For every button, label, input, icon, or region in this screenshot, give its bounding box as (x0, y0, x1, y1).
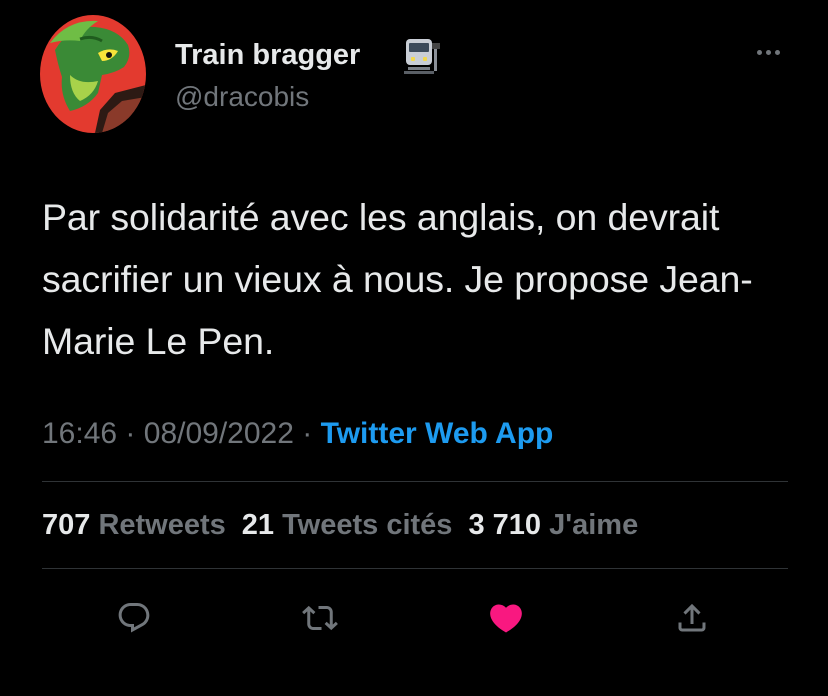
retweet-icon (302, 605, 338, 631)
meta-separator: · (125, 417, 136, 450)
avatar[interactable] (40, 15, 146, 133)
likes-count: 3 710 (468, 509, 542, 541)
share-button[interactable] (670, 596, 714, 640)
tweet-date[interactable]: 08/09/2022 (144, 417, 294, 450)
heart-icon (490, 604, 522, 633)
divider (42, 568, 788, 569)
dot-icon (756, 49, 762, 55)
dot-icon (774, 49, 780, 55)
tweet-source-link[interactable]: Twitter Web App (321, 417, 554, 450)
meta-separator: · (302, 417, 313, 450)
user-handle[interactable]: @dracobis (175, 80, 309, 114)
quotes-count: 21 (241, 509, 275, 541)
divider (42, 481, 788, 482)
retweet-button[interactable] (298, 596, 342, 640)
like-button[interactable] (484, 596, 528, 640)
reply-icon (118, 603, 150, 633)
quotes-label: Tweets cités (282, 509, 453, 541)
quotes-stat[interactable]: 21 Tweets cités (242, 509, 453, 541)
more-options-button[interactable] (750, 40, 786, 64)
display-name[interactable]: Train bragger (175, 38, 360, 72)
tweet-text: Par solidarité avec les anglais, on devr… (42, 196, 753, 362)
tweet-meta: 16:46 · 08/09/2022 · Twitter Web App (42, 414, 553, 454)
tweet-time[interactable]: 16:46 (42, 417, 117, 450)
retweets-label: Retweets (98, 509, 226, 541)
retweets-count: 707 (42, 509, 91, 541)
share-icon (678, 603, 706, 632)
retweets-stat[interactable]: 707 Retweets (42, 509, 226, 541)
reply-button[interactable] (112, 596, 156, 640)
dot-icon (765, 49, 771, 55)
grovyle-avatar-icon (40, 15, 146, 133)
likes-label: J'aime (549, 509, 639, 541)
likes-stat[interactable]: 3 710 J'aime (468, 509, 638, 541)
tweet-stats: 707 Retweets 21 Tweets cités 3 710 J'aime (42, 505, 638, 545)
train-emoji-icon (402, 37, 442, 75)
